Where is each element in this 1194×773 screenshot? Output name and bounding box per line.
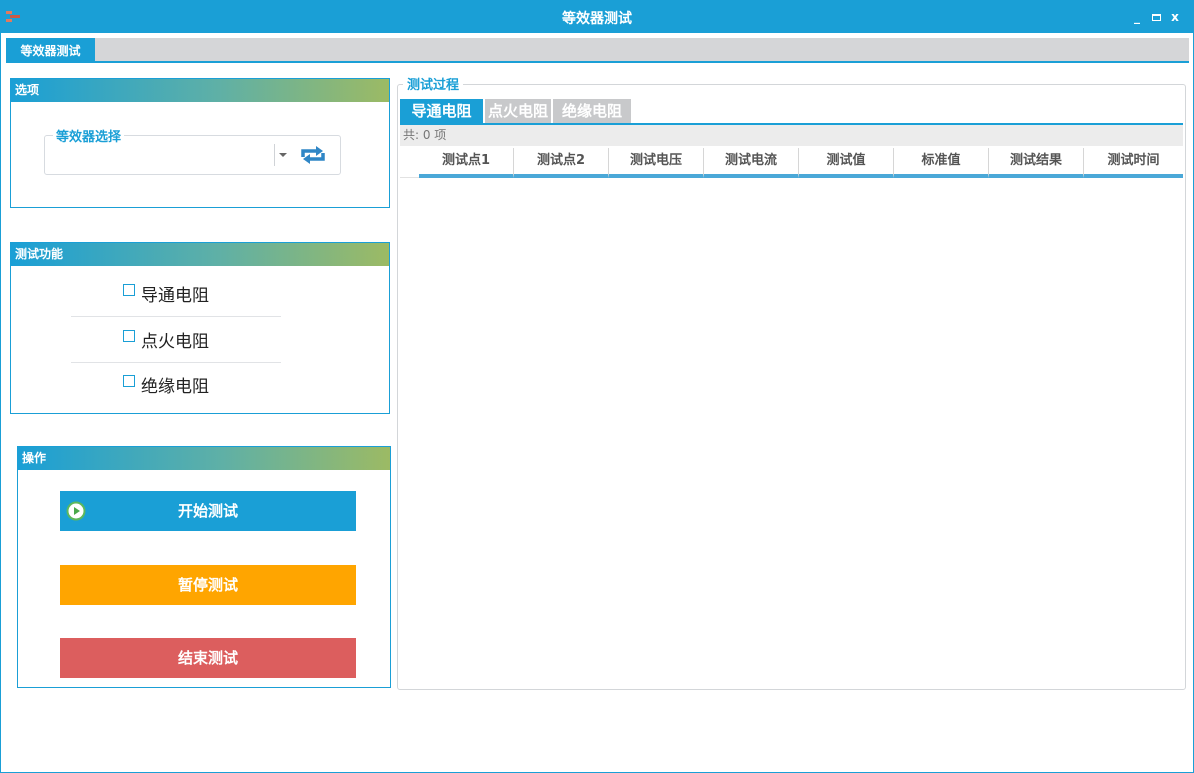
minimize-button[interactable]: _ bbox=[1129, 9, 1145, 25]
stop-test-button[interactable]: 结束测试 bbox=[60, 638, 356, 678]
pause-test-label: 暂停测试 bbox=[177, 576, 238, 594]
refresh-icon[interactable] bbox=[298, 144, 328, 166]
maximize-button[interactable] bbox=[1148, 9, 1164, 25]
chevron-down-icon[interactable] bbox=[274, 144, 290, 166]
start-test-button[interactable]: 开始测试 bbox=[60, 491, 356, 531]
checkbox-insulation-resistance[interactable]: 绝缘电阻 bbox=[71, 370, 281, 410]
column-header[interactable]: 测试电压 bbox=[609, 148, 704, 178]
column-header[interactable]: 测试电流 bbox=[704, 148, 799, 178]
row-gutter bbox=[400, 146, 419, 178]
pause-test-button[interactable]: 暂停测试 bbox=[60, 565, 356, 605]
record-count: 共: 0 项 bbox=[400, 125, 1183, 146]
actions-group: 操作 开始测试 暂停测试 结束测试 bbox=[17, 446, 391, 688]
start-test-label: 开始测试 bbox=[177, 502, 238, 520]
equivalent-select[interactable] bbox=[45, 136, 290, 174]
column-header[interactable]: 标准值 bbox=[894, 148, 989, 178]
process-legend: 测试过程 bbox=[403, 74, 464, 93]
checkbox-label: 绝缘电阻 bbox=[141, 377, 209, 397]
test-process-panel: 测试过程 导通电阻 点火电阻 绝缘电阻 共: 0 项 测试点1 测试点2 测试电… bbox=[397, 74, 1186, 690]
options-header: 选项 bbox=[11, 79, 389, 102]
options-group: 选项 等效器选择 bbox=[10, 78, 390, 208]
maximize-icon bbox=[1151, 14, 1161, 21]
checkbox-ignition-resistance[interactable]: 点火电阻 bbox=[71, 325, 281, 365]
divider bbox=[71, 362, 281, 363]
tab-ignition-resistance[interactable]: 点火电阻 bbox=[485, 99, 551, 123]
divider bbox=[71, 316, 281, 317]
checkbox-icon[interactable] bbox=[123, 284, 135, 296]
tab-equivalent-test[interactable]: 等效器测试 bbox=[6, 38, 95, 63]
top-tab-strip: 等效器测试 bbox=[6, 38, 1189, 63]
result-tabs: 导通电阻 点火电阻 绝缘电阻 bbox=[400, 99, 1183, 125]
table-header: 测试点1 测试点2 测试电压 测试电流 测试值 标准值 测试结果 测试时间 bbox=[400, 146, 1183, 178]
checkbox-icon[interactable] bbox=[123, 375, 135, 387]
checkbox-label: 导通电阻 bbox=[141, 286, 209, 306]
functions-group: 测试功能 导通电阻 点火电阻 绝缘电阻 bbox=[10, 242, 390, 414]
functions-header: 测试功能 bbox=[11, 243, 389, 266]
column-header[interactable]: 测试时间 bbox=[1084, 148, 1183, 178]
tab-insulation-resistance[interactable]: 绝缘电阻 bbox=[553, 99, 631, 123]
play-icon bbox=[66, 501, 86, 521]
column-header[interactable]: 测试值 bbox=[799, 148, 894, 178]
column-header[interactable]: 测试点1 bbox=[419, 148, 514, 178]
app-window: 等效器测试 _ x 等效器测试 选项 等效器选择 测试功能 导通电阻 点火电阻 … bbox=[0, 0, 1194, 773]
checkbox-icon[interactable] bbox=[123, 330, 135, 342]
close-button[interactable]: x bbox=[1167, 9, 1183, 25]
selector-fieldset: 等效器选择 bbox=[44, 126, 341, 175]
tab-conduction-resistance[interactable]: 导通电阻 bbox=[400, 99, 483, 123]
checkbox-label: 点火电阻 bbox=[141, 332, 209, 352]
checkbox-conduction-resistance[interactable]: 导通电阻 bbox=[71, 279, 281, 319]
column-header[interactable]: 测试点2 bbox=[514, 148, 609, 178]
stop-test-label: 结束测试 bbox=[177, 649, 238, 667]
window-title: 等效器测试 bbox=[562, 11, 632, 27]
column-header[interactable]: 测试结果 bbox=[989, 148, 1084, 178]
title-bar[interactable]: 等效器测试 _ x bbox=[1, 1, 1193, 33]
actions-header: 操作 bbox=[18, 447, 390, 470]
